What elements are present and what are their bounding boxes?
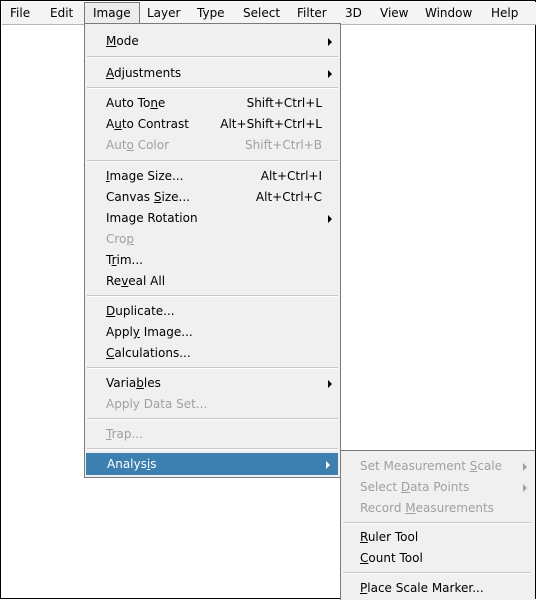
menu-item-image-size[interactable]: Image Size... Alt+Ctrl+I — [85, 165, 340, 187]
shortcut-label: Alt+Ctrl+C — [255, 190, 322, 204]
menu-item-auto-color[interactable]: Auto Color Shift+Ctrl+B — [85, 134, 340, 156]
submenu-arrow-icon — [328, 380, 332, 388]
menu-item-label: Image Rotation — [106, 211, 198, 225]
menu-window[interactable]: Window — [417, 2, 480, 24]
menu-item-auto-contrast[interactable]: Auto Contrast Alt+Shift+Ctrl+L — [85, 113, 340, 135]
shortcut-label: Shift+Ctrl+B — [245, 138, 322, 152]
menu-item-apply-data-set[interactable]: Apply Data Set... — [85, 393, 340, 415]
menu-item-label: Variables — [106, 376, 161, 390]
menu-type[interactable]: Type — [189, 2, 233, 24]
menu-item-label: Set Measurement Scale — [360, 459, 503, 473]
menu-separator — [87, 56, 338, 58]
menu-item-label: Analysis — [107, 457, 157, 471]
menu-image[interactable]: Image — [84, 2, 140, 24]
menu-item-label: Auto Tone — [106, 96, 166, 110]
submenu-arrow-icon — [523, 463, 527, 471]
menu-item-count-tool[interactable]: Count Tool — [341, 547, 535, 569]
menu-item-label: Place Scale Marker... — [360, 581, 484, 595]
menu-item-label: Trim... — [106, 253, 143, 267]
menu-item-label: Calculations... — [106, 346, 191, 360]
menu-item-label: Reveal All — [106, 274, 166, 288]
menu-item-trap[interactable]: Trap... — [85, 423, 340, 445]
menu-item-label: Duplicate... — [106, 304, 175, 318]
analysis-submenu: Set Measurement Scale Select Data Points… — [340, 450, 535, 600]
menu-item-apply-image[interactable]: Apply Image... — [85, 321, 340, 343]
menu-item-image-rotation[interactable]: Image Rotation — [85, 207, 340, 229]
menu-separator — [343, 572, 531, 574]
menu-separator — [87, 448, 338, 450]
menu-3d[interactable]: 3D — [337, 2, 370, 24]
menu-item-label: Auto Contrast — [106, 117, 189, 131]
menu-item-ruler-tool[interactable]: Ruler Tool — [341, 526, 535, 548]
menu-item-reveal-all[interactable]: Reveal All — [85, 270, 340, 292]
shortcut-label: Shift+Ctrl+L — [246, 96, 322, 110]
menu-separator — [87, 295, 338, 297]
shortcut-label: Alt+Ctrl+I — [260, 169, 322, 183]
menu-item-variables[interactable]: Variables — [85, 372, 340, 394]
menu-item-label: Trap... — [106, 427, 143, 441]
shortcut-label: Alt+Shift+Ctrl+L — [220, 117, 322, 131]
submenu-arrow-icon — [328, 38, 332, 46]
image-dropdown-menu: Mode Adjustments Auto Tone Shift+Ctrl+L … — [84, 23, 341, 478]
menu-select[interactable]: Select — [235, 2, 288, 24]
menu-item-label: Canvas Size... — [106, 190, 190, 204]
menu-separator — [87, 87, 338, 89]
menu-item-canvas-size[interactable]: Canvas Size... Alt+Ctrl+C — [85, 186, 340, 208]
menu-edit[interactable]: Edit — [42, 2, 81, 24]
menu-item-analysis[interactable]: Analysis — [86, 453, 338, 475]
menu-item-adjustments[interactable]: Adjustments — [85, 62, 340, 84]
menu-view[interactable]: View — [372, 2, 416, 24]
menu-bar: File Edit Image Layer Type Select Filter… — [2, 2, 536, 25]
menu-item-label: Record Measurements — [360, 501, 494, 515]
submenu-arrow-icon — [328, 70, 332, 78]
submenu-arrow-icon — [328, 215, 332, 223]
menu-item-label: Auto Color — [106, 138, 170, 152]
menu-separator — [87, 418, 338, 420]
menu-item-label: Count Tool — [360, 551, 423, 565]
menu-item-mode[interactable]: Mode — [85, 30, 340, 52]
menu-item-label: Ruler Tool — [360, 530, 419, 544]
menu-item-duplicate[interactable]: Duplicate... — [85, 300, 340, 322]
application-window: File Edit Image Layer Type Select Filter… — [0, 0, 536, 600]
menu-item-label: Crop — [106, 232, 135, 246]
menu-item-label: Select Data Points — [360, 480, 470, 494]
menu-item-crop[interactable]: Crop — [85, 228, 340, 250]
menu-item-select-data-points[interactable]: Select Data Points — [341, 476, 535, 498]
menu-item-trim[interactable]: Trim... — [85, 249, 340, 271]
menu-item-calculations[interactable]: Calculations... — [85, 342, 340, 364]
menu-item-label: Adjustments — [106, 66, 182, 80]
menu-file[interactable]: File — [2, 2, 38, 24]
menu-filter[interactable]: Filter — [289, 2, 335, 24]
submenu-arrow-icon — [326, 461, 330, 469]
menu-item-record-measurements[interactable]: Record Measurements — [341, 497, 535, 519]
menu-separator — [343, 522, 531, 524]
menu-item-label: Image Size... — [106, 169, 184, 183]
menu-item-label: Apply Data Set... — [106, 397, 208, 411]
menu-item-auto-tone[interactable]: Auto Tone Shift+Ctrl+L — [85, 92, 340, 114]
menu-item-label: Apply Image... — [106, 325, 193, 339]
menu-item-label: Mode — [106, 34, 139, 48]
menu-help[interactable]: Help — [483, 2, 526, 24]
menu-separator — [87, 367, 338, 369]
menu-item-place-scale-marker[interactable]: Place Scale Marker... — [341, 577, 535, 599]
menu-layer[interactable]: Layer — [139, 2, 188, 24]
menu-separator — [87, 160, 338, 162]
menu-item-set-measurement-scale[interactable]: Set Measurement Scale — [341, 455, 535, 477]
submenu-arrow-icon — [523, 484, 527, 492]
